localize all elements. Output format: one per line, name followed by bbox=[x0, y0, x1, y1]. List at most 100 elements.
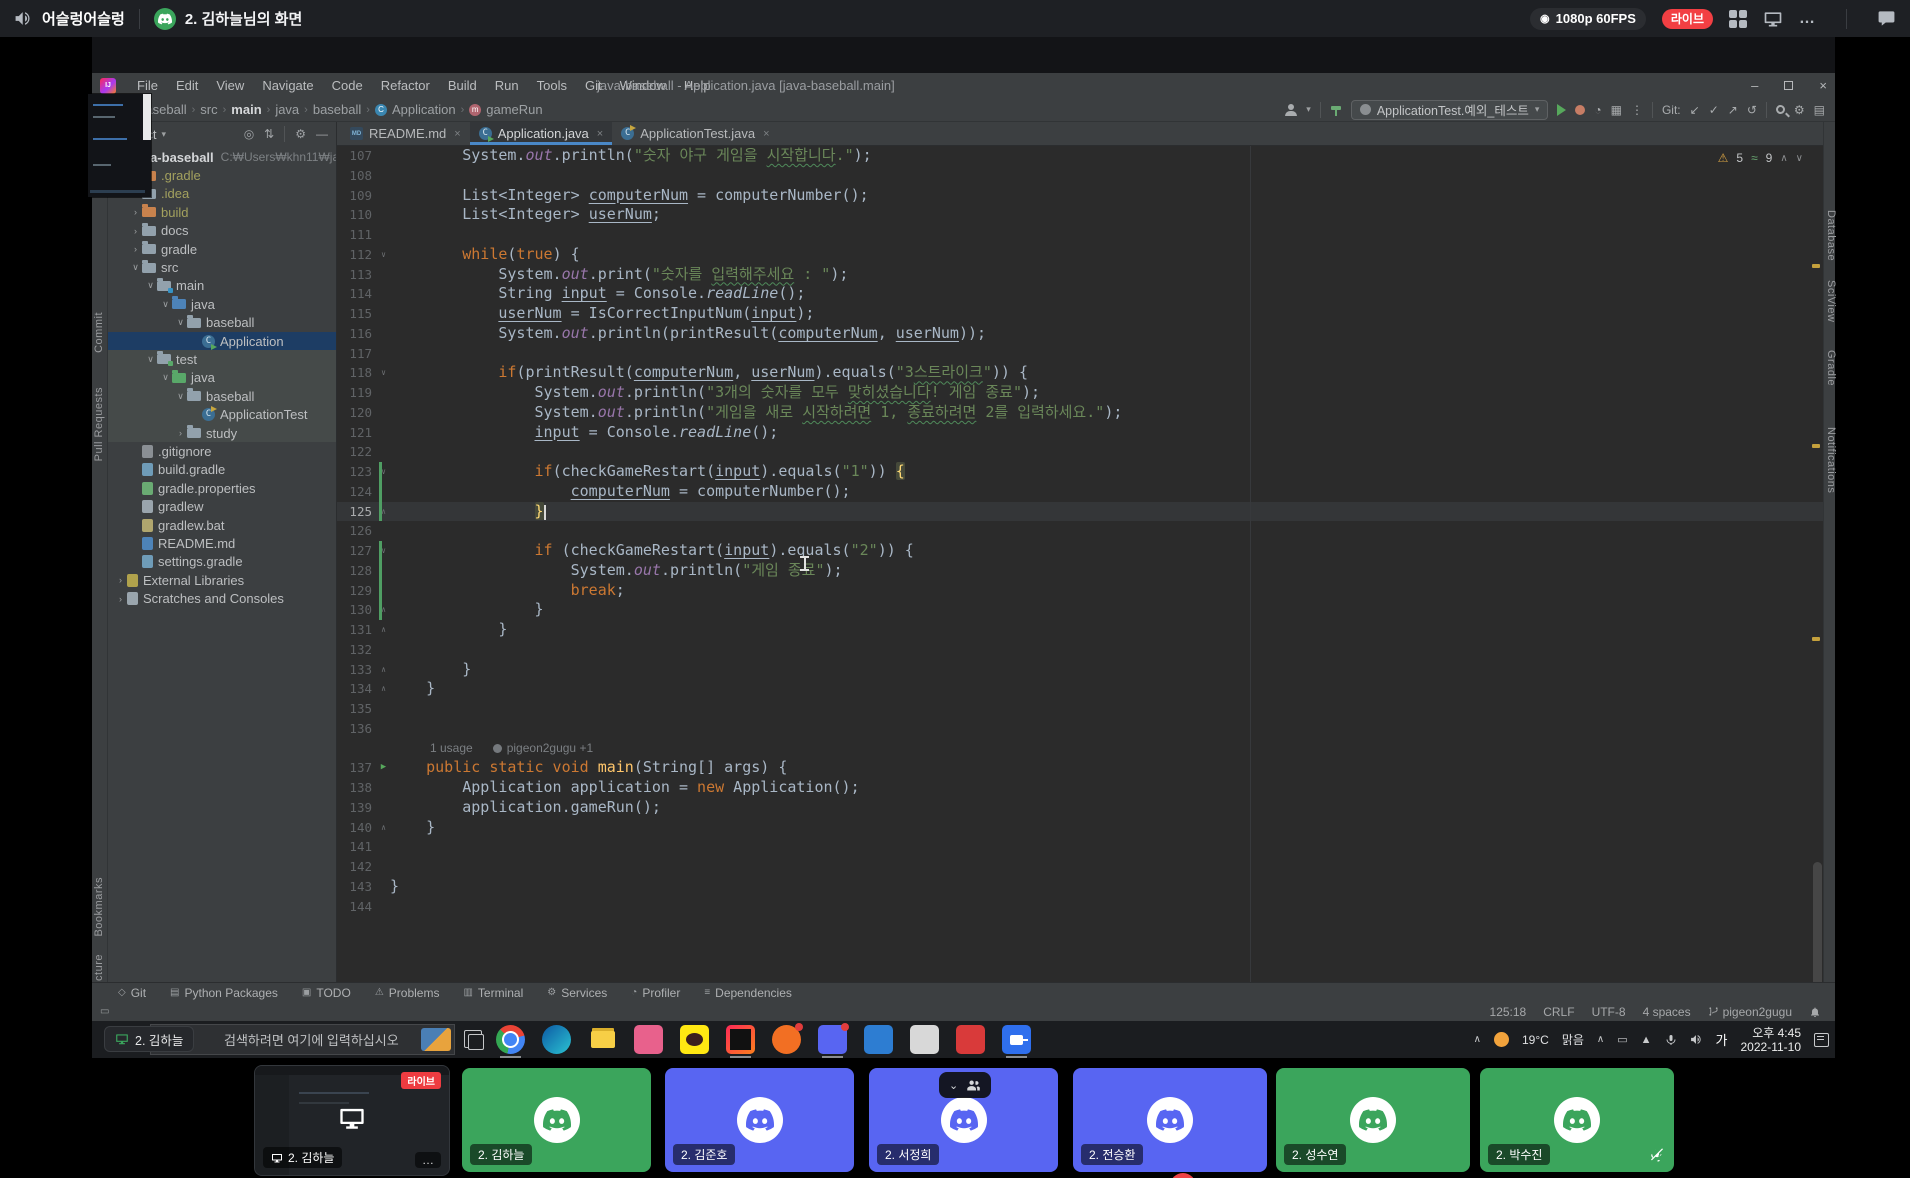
fold-marker-icon[interactable]: ∧ bbox=[377, 502, 390, 522]
code-line[interactable]: 137▶ public static void main(String[] ar… bbox=[337, 758, 1823, 778]
stripe-pull-requests[interactable]: Pull Requests bbox=[93, 387, 105, 461]
notifications-bell-icon[interactable] bbox=[1809, 1005, 1821, 1019]
undo-icon[interactable]: ↺ bbox=[1747, 103, 1757, 117]
debug-button[interactable] bbox=[1575, 105, 1585, 115]
tree-item-test[interactable]: ∨test bbox=[108, 350, 336, 368]
prev-problem-icon[interactable]: ∧ bbox=[1780, 153, 1787, 164]
participant-tile[interactable]: 2. 성수연 bbox=[1276, 1068, 1470, 1172]
line-ending-indicator[interactable]: CRLF bbox=[1543, 1005, 1574, 1019]
fold-marker-icon[interactable]: ∧ bbox=[377, 600, 390, 620]
tree-item-docs[interactable]: ›docs bbox=[108, 222, 336, 240]
coverage-button[interactable]: ▦ bbox=[1611, 103, 1622, 117]
code-line[interactable]: 124 computerNum = computerNumber(); bbox=[337, 482, 1823, 502]
fold-marker-icon[interactable]: ∨ bbox=[377, 245, 390, 265]
code-editor[interactable]: 107 System.out.println("숫자 야구 게임을 시작합니다.… bbox=[337, 146, 1823, 982]
code-line[interactable]: 121 input = Console.readLine(); bbox=[337, 423, 1823, 443]
settings-gear-icon[interactable]: ⚙ bbox=[1794, 103, 1805, 117]
video-call-icon[interactable] bbox=[1002, 1025, 1031, 1054]
git-branch[interactable]: pigeon2gugu bbox=[1708, 1005, 1792, 1019]
menu-view[interactable]: View bbox=[207, 78, 253, 93]
fold-marker-icon[interactable]: ∧ bbox=[377, 818, 390, 838]
code-line[interactable]: 113 System.out.print("숫자를 입력해주세요 : "); bbox=[337, 265, 1823, 285]
code-line[interactable]: 114 String input = Console.readLine(); bbox=[337, 284, 1823, 304]
code-line[interactable]: 116 System.out.println(printResult(compu… bbox=[337, 324, 1823, 344]
code-line[interactable]: 119 System.out.println("3개의 숫자를 모두 맞히셨습니… bbox=[337, 383, 1823, 403]
profiler-button[interactable]: ◔ bbox=[1594, 103, 1601, 117]
tree-item-settings-gradle[interactable]: settings.gradle bbox=[108, 553, 336, 571]
participant-tile[interactable]: 2. 전승환 bbox=[1073, 1068, 1267, 1172]
code-line[interactable]: 110 List<Integer> userNum; bbox=[337, 205, 1823, 225]
weather-temp[interactable]: 19°C bbox=[1522, 1033, 1549, 1047]
code-line[interactable]: 117 bbox=[337, 344, 1823, 364]
code-line[interactable]: 128 System.out.println("게임 종료"); bbox=[337, 561, 1823, 581]
toolwindow-services[interactable]: ⚙Services bbox=[547, 986, 607, 1000]
notification-center-icon[interactable] bbox=[1814, 1033, 1829, 1047]
tray-chevron[interactable]: ∧ bbox=[1597, 1034, 1604, 1045]
collapsed-arrow-icon[interactable]: › bbox=[174, 428, 187, 438]
more-actions-icon[interactable]: ⋮ bbox=[1631, 103, 1643, 117]
collapse-all-icon[interactable]: ⇅ bbox=[264, 127, 274, 141]
code-line[interactable]: 142 bbox=[337, 857, 1823, 877]
code-line[interactable]: 123∨ if(checkGameRestart(input).equals("… bbox=[337, 462, 1823, 482]
tree-item-baseball[interactable]: ∨baseball bbox=[108, 387, 336, 405]
breadcrumb-item[interactable]: main bbox=[231, 102, 261, 117]
tree-item-main[interactable]: ∨main bbox=[108, 277, 336, 295]
build-hammer-icon[interactable] bbox=[1330, 104, 1342, 116]
red-app-icon[interactable] bbox=[956, 1025, 985, 1054]
display-icon[interactable]: ▭ bbox=[1617, 1033, 1627, 1046]
collapsed-arrow-icon[interactable]: › bbox=[129, 244, 142, 254]
weather-desc[interactable]: 맑음 bbox=[1562, 1031, 1584, 1048]
code-line[interactable]: 125∧ } bbox=[337, 502, 1823, 522]
code-line[interactable]: 120 System.out.println("게임을 새로 시작하려면 1, … bbox=[337, 403, 1823, 423]
menu-run[interactable]: Run bbox=[486, 78, 528, 93]
discord-icon[interactable] bbox=[818, 1025, 847, 1054]
volume-icon[interactable] bbox=[1690, 1033, 1703, 1046]
code-line[interactable]: 141 bbox=[337, 837, 1823, 857]
grid-view-icon[interactable] bbox=[1729, 10, 1747, 28]
stripe-notifications[interactable]: Notifications bbox=[1825, 427, 1837, 493]
more-options-icon[interactable]: … bbox=[1799, 10, 1816, 28]
toolwindow-profiler[interactable]: ◔Profiler bbox=[631, 986, 680, 1000]
collapsed-arrow-icon[interactable]: › bbox=[114, 575, 127, 585]
tree-item-readme-md[interactable]: README.md bbox=[108, 534, 336, 552]
run-gutter-icon[interactable]: ▶ bbox=[377, 758, 390, 778]
menu-code[interactable]: Code bbox=[323, 78, 372, 93]
breadcrumb-item[interactable]: Application bbox=[392, 102, 456, 117]
code-line[interactable]: 107 System.out.println("숫자 야구 게임을 시작합니다.… bbox=[337, 146, 1823, 166]
code-line[interactable]: 122 bbox=[337, 442, 1823, 462]
stripe-database[interactable]: Database bbox=[1825, 210, 1837, 261]
code-line[interactable]: 109 List<Integer> computerNum = computer… bbox=[337, 186, 1823, 206]
tree-item-applicationtest[interactable]: CApplicationTest bbox=[108, 405, 336, 423]
participant-tile[interactable]: 2. 박수진 bbox=[1480, 1068, 1674, 1172]
participant-tile[interactable]: 2. 김준호 bbox=[665, 1068, 854, 1172]
code-line[interactable]: 140∧ } bbox=[337, 818, 1823, 838]
git-push-icon[interactable]: ↗ bbox=[1728, 103, 1738, 117]
fold-marker-icon[interactable]: ∧ bbox=[377, 620, 390, 640]
stripe-bookmarks[interactable]: Bookmarks bbox=[93, 877, 105, 937]
close-tab-icon[interactable]: × bbox=[763, 128, 769, 140]
code-line[interactable]: 136 bbox=[337, 719, 1823, 739]
close-tab-icon[interactable]: × bbox=[454, 128, 460, 140]
blue-app-icon[interactable] bbox=[864, 1025, 893, 1054]
fold-marker-icon[interactable]: ∨ bbox=[377, 541, 390, 561]
code-line[interactable]: 130∧ } bbox=[337, 600, 1823, 620]
tree-item-build-gradle[interactable]: build.gradle bbox=[108, 461, 336, 479]
encoding-indicator[interactable]: UTF-8 bbox=[1592, 1005, 1626, 1019]
tree-item-java[interactable]: ∨java bbox=[108, 295, 336, 313]
code-line[interactable]: 112∨ while(true) { bbox=[337, 245, 1823, 265]
tab-applicationtest-java[interactable]: CApplicationTest.java× bbox=[612, 122, 778, 145]
menu-refactor[interactable]: Refactor bbox=[372, 78, 439, 93]
status-left-icon[interactable]: ▭ bbox=[100, 1006, 109, 1017]
participant-tile[interactable]: 2. 김하늘 bbox=[462, 1068, 651, 1172]
git-commit-icon[interactable]: ✓ bbox=[1709, 103, 1719, 117]
panel-settings-icon[interactable]: ⚙ bbox=[295, 127, 306, 141]
usages-inlay-hint[interactable]: 1 usagepigeon2gugu +1 bbox=[337, 739, 1823, 759]
edge-icon[interactable] bbox=[542, 1025, 571, 1054]
toolwindow-git[interactable]: ◇Git bbox=[118, 986, 146, 1000]
tree-item-external-libraries[interactable]: ›External Libraries bbox=[108, 571, 336, 589]
toolwindow-problems[interactable]: ⚠Problems bbox=[375, 986, 440, 1000]
code-line[interactable]: 132 bbox=[337, 640, 1823, 660]
code-line[interactable]: 138 Application application = new Applic… bbox=[337, 778, 1823, 798]
chrome-icon[interactable] bbox=[496, 1025, 525, 1054]
screen-share-icon[interactable] bbox=[1763, 9, 1783, 29]
